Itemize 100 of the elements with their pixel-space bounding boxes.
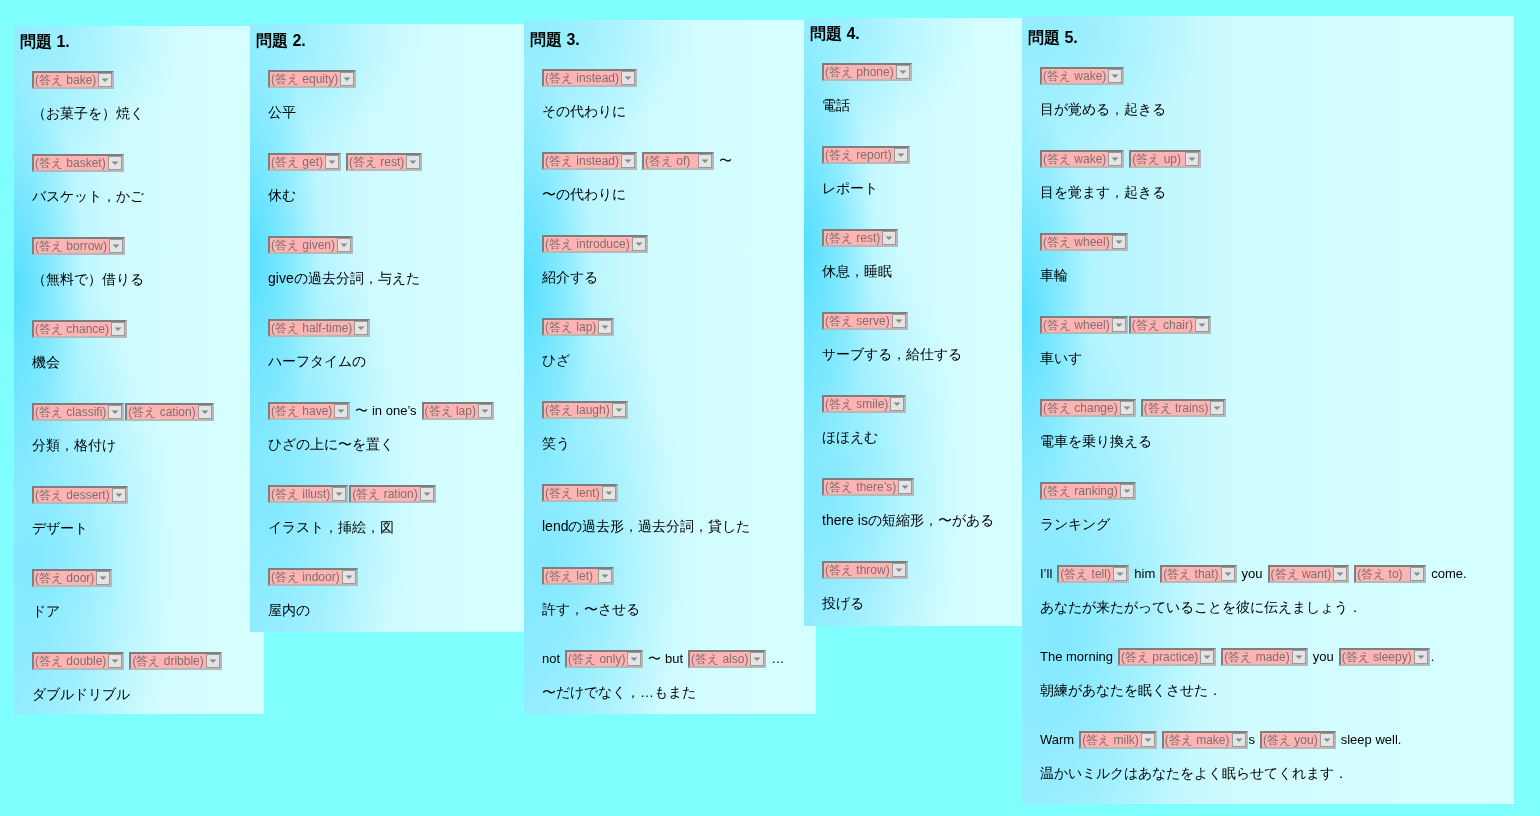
caret-icon bbox=[1231, 733, 1246, 747]
sentence-text: Warm bbox=[1040, 732, 1075, 748]
caret-icon bbox=[631, 237, 646, 251]
caret-icon bbox=[109, 239, 123, 253]
meaning-text: ドア bbox=[32, 602, 60, 621]
meaning-text: （お菓子を）焼く bbox=[32, 104, 144, 123]
caret-icon bbox=[111, 488, 126, 502]
sentence-text: you bbox=[1312, 649, 1334, 665]
caret-icon bbox=[898, 480, 913, 494]
caret-icon bbox=[419, 487, 434, 501]
meaning-text: レポート bbox=[822, 179, 878, 198]
caret-icon bbox=[895, 65, 910, 79]
meaning-text: 〜の代わりに bbox=[542, 185, 626, 204]
caret-icon bbox=[108, 405, 123, 419]
caret-icon bbox=[1111, 318, 1126, 332]
meaning-text: ひざ bbox=[542, 351, 570, 370]
meaning-text: 目を覚ます，起きる bbox=[1040, 183, 1166, 202]
caret-icon bbox=[611, 403, 626, 417]
caret-icon bbox=[341, 570, 356, 584]
meaning-text: 休息，睡眠 bbox=[822, 262, 892, 281]
caret-icon bbox=[334, 404, 349, 418]
caret-icon bbox=[1200, 650, 1215, 664]
caret-icon bbox=[1410, 567, 1425, 581]
caret-icon bbox=[893, 148, 908, 162]
caret-icon bbox=[197, 405, 212, 419]
caret-icon bbox=[1195, 318, 1210, 332]
caret-icon bbox=[621, 71, 636, 85]
caret-icon bbox=[98, 73, 113, 87]
meaning-text: 温かいミルクはあなたをよく眠らせてくれます． bbox=[1040, 764, 1348, 783]
caret-icon bbox=[1113, 567, 1128, 581]
meaning-text: 分類，格付け bbox=[32, 436, 116, 455]
caret-icon bbox=[325, 155, 339, 169]
caret-icon bbox=[598, 569, 612, 583]
sentence-text: The morning bbox=[1040, 649, 1113, 665]
meaning-text: 朝練があなたを眠くさせた． bbox=[1040, 681, 1222, 700]
sentence-text: you bbox=[1241, 566, 1263, 582]
meaning-text: 公平 bbox=[268, 103, 296, 122]
meaning-text: 屋内の bbox=[268, 601, 310, 620]
question-title: 問題 1. bbox=[20, 32, 70, 52]
caret-icon bbox=[1111, 235, 1126, 249]
sentence-text: sleep well. bbox=[1340, 732, 1402, 748]
caret-icon bbox=[477, 404, 492, 418]
caret-icon bbox=[890, 397, 905, 411]
caret-icon bbox=[1185, 152, 1200, 166]
sentence-text: . bbox=[1430, 649, 1435, 665]
meaning-text: 電車を乗り換える bbox=[1040, 432, 1152, 451]
caret-icon bbox=[1119, 401, 1134, 415]
sentence-text: 〜 but bbox=[648, 651, 684, 667]
caret-icon bbox=[601, 486, 616, 500]
caret-icon bbox=[1140, 733, 1155, 747]
meaning-text: デザート bbox=[32, 519, 88, 538]
caret-icon bbox=[111, 322, 126, 336]
caret-icon bbox=[621, 154, 636, 168]
caret-icon bbox=[337, 238, 351, 252]
caret-icon bbox=[107, 156, 122, 170]
caret-icon bbox=[750, 652, 765, 666]
caret-icon bbox=[1108, 69, 1123, 83]
question-title: 問題 4. bbox=[810, 24, 860, 44]
caret-icon bbox=[406, 155, 421, 169]
meaning-text: ハーフタイムの bbox=[268, 352, 366, 371]
question-title: 問題 5. bbox=[1028, 28, 1078, 48]
caret-icon bbox=[698, 154, 713, 168]
caret-icon bbox=[108, 654, 123, 668]
meaning-text: バスケット，かご bbox=[32, 187, 144, 206]
caret-icon bbox=[96, 571, 111, 585]
meaning-text: サーブする，給仕する bbox=[822, 345, 962, 364]
caret-icon bbox=[1413, 650, 1428, 664]
meaning-text: ひざの上に〜を置く bbox=[268, 435, 394, 454]
meaning-text: あなたが来たがっていることを彼に伝えましょう． bbox=[1040, 598, 1362, 617]
meaning-text: ダブルドリブル bbox=[32, 685, 130, 704]
caret-icon bbox=[1119, 484, 1134, 498]
question-title: 問題 2. bbox=[256, 31, 306, 51]
caret-icon bbox=[882, 231, 897, 245]
sentence-text: him bbox=[1134, 566, 1156, 582]
caret-icon bbox=[598, 320, 613, 334]
caret-icon bbox=[1333, 567, 1348, 581]
caret-icon bbox=[1220, 567, 1235, 581]
sentence-text: not bbox=[542, 651, 561, 667]
meaning-text: 投げる bbox=[822, 594, 864, 613]
caret-icon bbox=[332, 487, 347, 501]
question-title: 問題 3. bbox=[530, 30, 580, 50]
meaning-text: ランキング bbox=[1040, 515, 1110, 534]
meaning-text: lendの過去形，過去分詞，貸した bbox=[542, 517, 751, 536]
meaning-text: 目が覚める，起きる bbox=[1040, 100, 1166, 119]
meaning-text: 車輪 bbox=[1040, 266, 1068, 285]
meaning-text: 休む bbox=[268, 186, 296, 205]
meaning-text: ほほえむ bbox=[822, 428, 878, 447]
caret-icon bbox=[1210, 401, 1225, 415]
caret-icon bbox=[891, 314, 906, 328]
caret-icon bbox=[1291, 650, 1306, 664]
caret-icon bbox=[627, 652, 642, 666]
meaning-text: 許す，〜させる bbox=[542, 600, 640, 619]
meaning-text: 紹介する bbox=[542, 268, 598, 287]
meaning-text: giveの過去分詞，与えた bbox=[268, 269, 420, 288]
meaning-text: there isの短縮形，〜がある bbox=[822, 511, 994, 530]
sentence-text: I’ll bbox=[1040, 566, 1053, 582]
meaning-text: その代わりに bbox=[542, 102, 626, 121]
meaning-text: 機会 bbox=[32, 353, 60, 372]
sentence-text: … bbox=[771, 651, 785, 667]
meaning-text: イラスト，挿絵，図 bbox=[268, 518, 394, 537]
